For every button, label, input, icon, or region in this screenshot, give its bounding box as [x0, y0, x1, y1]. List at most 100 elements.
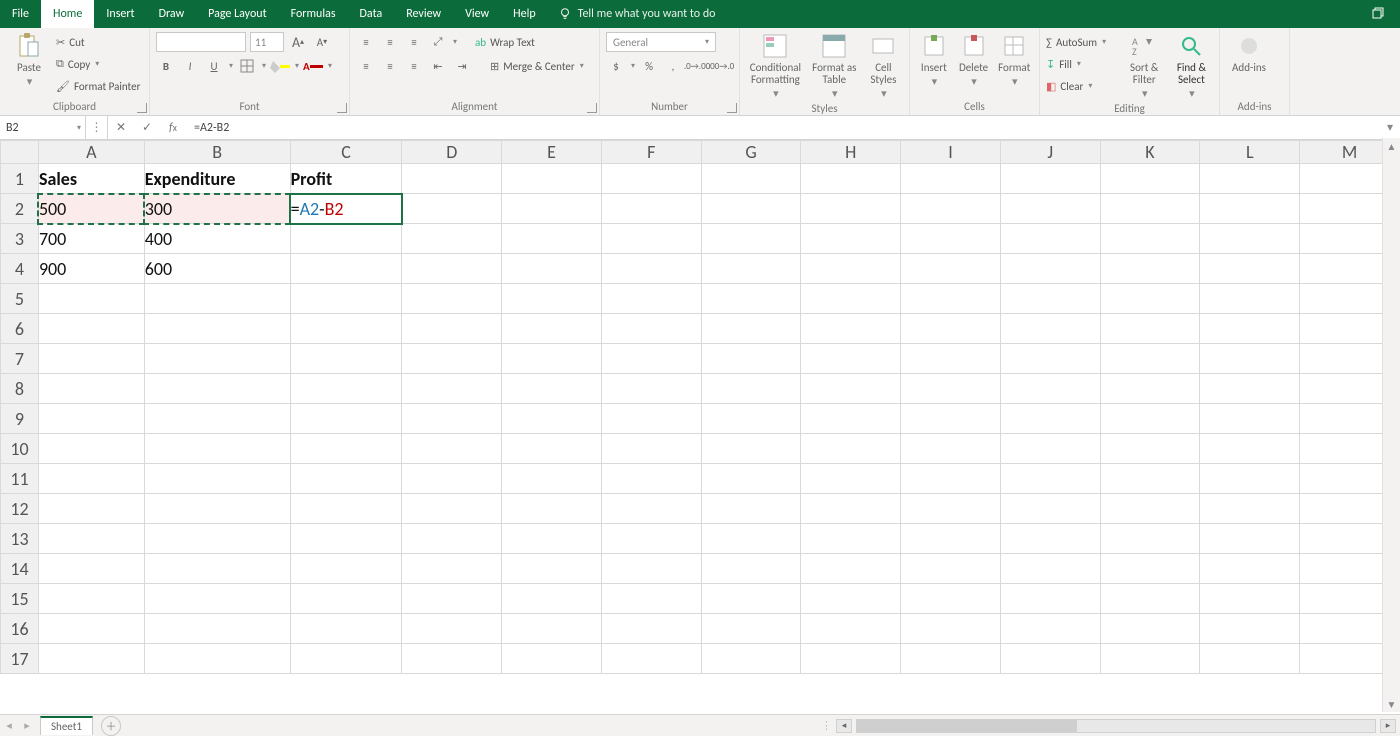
cell-F8[interactable] — [601, 374, 701, 404]
menu-help[interactable]: Help — [501, 0, 548, 28]
cell-K17[interactable] — [1100, 644, 1200, 674]
name-box[interactable]: B2▾ — [0, 116, 86, 139]
cell-L13[interactable] — [1200, 524, 1300, 554]
fill-color-button[interactable] — [270, 56, 290, 76]
cell-D14[interactable] — [402, 554, 502, 584]
column-header[interactable]: F — [601, 141, 701, 164]
cell-A3[interactable]: 700 — [38, 224, 144, 254]
font-size-combo[interactable]: 11 — [250, 32, 284, 52]
cell-L15[interactable] — [1200, 584, 1300, 614]
cell-L12[interactable] — [1200, 494, 1300, 524]
menu-view[interactable]: View — [453, 0, 501, 28]
cell-F14[interactable] — [601, 554, 701, 584]
cell-C8[interactable] — [290, 374, 402, 404]
find-select-button[interactable]: Find & Select▾ — [1170, 32, 1213, 100]
cell-C3[interactable] — [290, 224, 402, 254]
cell-D13[interactable] — [402, 524, 502, 554]
cancel-formula-button[interactable]: ✕ — [108, 116, 134, 139]
cell-J9[interactable] — [1000, 404, 1100, 434]
cell-J15[interactable] — [1000, 584, 1100, 614]
row-header[interactable]: 15 — [1, 584, 39, 614]
cell-B15[interactable] — [144, 584, 290, 614]
cell-L4[interactable] — [1200, 254, 1300, 284]
cell-E13[interactable] — [502, 524, 602, 554]
cell-F6[interactable] — [601, 314, 701, 344]
font-color-button[interactable]: A — [303, 56, 323, 76]
cell-K15[interactable] — [1100, 584, 1200, 614]
cell-A4[interactable]: 900 — [38, 254, 144, 284]
cell-E7[interactable] — [502, 344, 602, 374]
align-center-icon[interactable]: ≡ — [380, 56, 400, 76]
cell-G15[interactable] — [701, 584, 801, 614]
column-header[interactable]: H — [801, 141, 901, 164]
cell-A16[interactable] — [38, 614, 144, 644]
cell-L9[interactable] — [1200, 404, 1300, 434]
cell-A2[interactable]: 500 — [38, 194, 144, 224]
cell-F4[interactable] — [601, 254, 701, 284]
cell-J10[interactable] — [1000, 434, 1100, 464]
cell-H3[interactable] — [801, 224, 901, 254]
cell-L6[interactable] — [1200, 314, 1300, 344]
menu-formulas[interactable]: Formulas — [279, 0, 348, 28]
cell-L8[interactable] — [1200, 374, 1300, 404]
clipboard-dialog-launcher[interactable] — [137, 103, 147, 113]
cell-B1[interactable]: Expenditure — [144, 164, 290, 194]
cell-B9[interactable] — [144, 404, 290, 434]
cell-K16[interactable] — [1100, 614, 1200, 644]
cell-F2[interactable] — [601, 194, 701, 224]
cell-J5[interactable] — [1000, 284, 1100, 314]
cell-E8[interactable] — [502, 374, 602, 404]
menu-file[interactable]: File — [0, 0, 41, 28]
scroll-up-icon[interactable]: ▲ — [1383, 138, 1400, 154]
cell-I13[interactable] — [901, 524, 1001, 554]
cell-E1[interactable] — [502, 164, 602, 194]
cell-B16[interactable] — [144, 614, 290, 644]
cell-G5[interactable] — [701, 284, 801, 314]
cell-D15[interactable] — [402, 584, 502, 614]
cell-L2[interactable] — [1200, 194, 1300, 224]
cell-L17[interactable] — [1200, 644, 1300, 674]
cell-D7[interactable] — [402, 344, 502, 374]
cell-K11[interactable] — [1100, 464, 1200, 494]
cell-J6[interactable] — [1000, 314, 1100, 344]
sheet-nav-next[interactable]: ▸ — [18, 719, 36, 732]
borders-button[interactable] — [237, 56, 257, 76]
cell-I5[interactable] — [901, 284, 1001, 314]
cell-I3[interactable] — [901, 224, 1001, 254]
row-header[interactable]: 6 — [1, 314, 39, 344]
cell-A1[interactable]: Sales — [38, 164, 144, 194]
cell-E15[interactable] — [502, 584, 602, 614]
row-header[interactable]: 3 — [1, 224, 39, 254]
cell-J12[interactable] — [1000, 494, 1100, 524]
row-header[interactable]: 8 — [1, 374, 39, 404]
cell-F5[interactable] — [601, 284, 701, 314]
cell-K8[interactable] — [1100, 374, 1200, 404]
underline-button[interactable]: U — [204, 56, 224, 76]
menu-draw[interactable]: Draw — [147, 0, 197, 28]
cell-L10[interactable] — [1200, 434, 1300, 464]
cell-J17[interactable] — [1000, 644, 1100, 674]
cell-A5[interactable] — [38, 284, 144, 314]
cell-G9[interactable] — [701, 404, 801, 434]
spreadsheet-grid[interactable]: ABCDEFGHIJKLM1SalesExpenditureProfit2500… — [0, 140, 1400, 700]
cell-L11[interactable] — [1200, 464, 1300, 494]
cell-C17[interactable] — [290, 644, 402, 674]
row-header[interactable]: 4 — [1, 254, 39, 284]
alignment-dialog-launcher[interactable] — [587, 103, 597, 113]
cell-G7[interactable] — [701, 344, 801, 374]
cell-D6[interactable] — [402, 314, 502, 344]
cell-C15[interactable] — [290, 584, 402, 614]
cell-J1[interactable] — [1000, 164, 1100, 194]
cell-K4[interactable] — [1100, 254, 1200, 284]
font-name-combo[interactable] — [156, 32, 246, 52]
cell-H10[interactable] — [801, 434, 901, 464]
cell-J14[interactable] — [1000, 554, 1100, 584]
font-dialog-launcher[interactable] — [337, 103, 347, 113]
cell-styles-button[interactable]: Cell Styles▾ — [864, 32, 903, 100]
cell-F10[interactable] — [601, 434, 701, 464]
cell-H16[interactable] — [801, 614, 901, 644]
cell-A6[interactable] — [38, 314, 144, 344]
cell-L7[interactable] — [1200, 344, 1300, 374]
cell-D17[interactable] — [402, 644, 502, 674]
cell-G16[interactable] — [701, 614, 801, 644]
